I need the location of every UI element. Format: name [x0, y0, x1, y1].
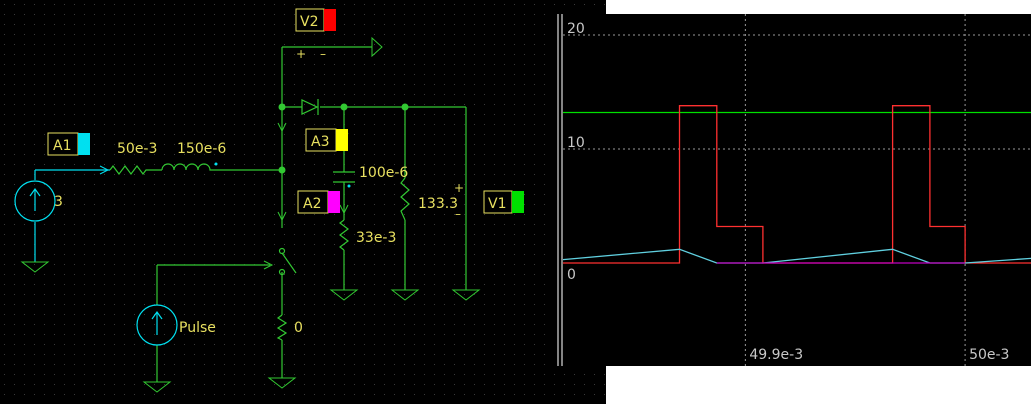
svg-text:V2: V2: [300, 14, 318, 30]
v1-minus: –: [455, 207, 461, 221]
y-tick-label: 0: [567, 267, 576, 283]
v1-plus: +: [454, 181, 464, 195]
schematic-canvas[interactable]: 3 50e-3 150e-6 100e-6 33e-3 133.3 + – + …: [0, 0, 606, 404]
meter-a3[interactable]: A3: [305, 128, 348, 152]
switch-resistor-value: 0: [294, 320, 303, 336]
capacitor-value: 100e-6: [359, 165, 408, 181]
x-tick-label: 49.9e-3: [749, 347, 803, 363]
x-tick-label: 50e-3: [969, 347, 1009, 363]
svg-text:A1: A1: [53, 138, 71, 154]
oscilloscope-plot[interactable]: 20 10 0 49.9e-3 50e-3: [554, 14, 1031, 366]
meter-a1[interactable]: A1: [47, 132, 90, 156]
y-tick-label: 20: [567, 21, 585, 37]
pulse-source-label: Pulse: [179, 320, 216, 336]
meter-v1[interactable]: V1: [483, 190, 524, 214]
inductor-value: 150e-6: [177, 141, 226, 157]
series-resistor-value: 50e-3: [117, 141, 157, 157]
svg-text:A3: A3: [311, 134, 329, 150]
y-tick-label: 10: [567, 135, 585, 151]
meter-a2[interactable]: A2: [297, 190, 340, 214]
source-current-value: 3: [54, 194, 63, 210]
svg-text:A2: A2: [303, 196, 321, 212]
esr-value: 33e-3: [356, 230, 396, 246]
v2-minus: –: [320, 47, 326, 61]
v2-plus: +: [296, 47, 306, 61]
svg-text:V1: V1: [488, 196, 506, 212]
load-value: 133.3: [418, 196, 458, 212]
meter-v2[interactable]: V2: [295, 8, 336, 32]
